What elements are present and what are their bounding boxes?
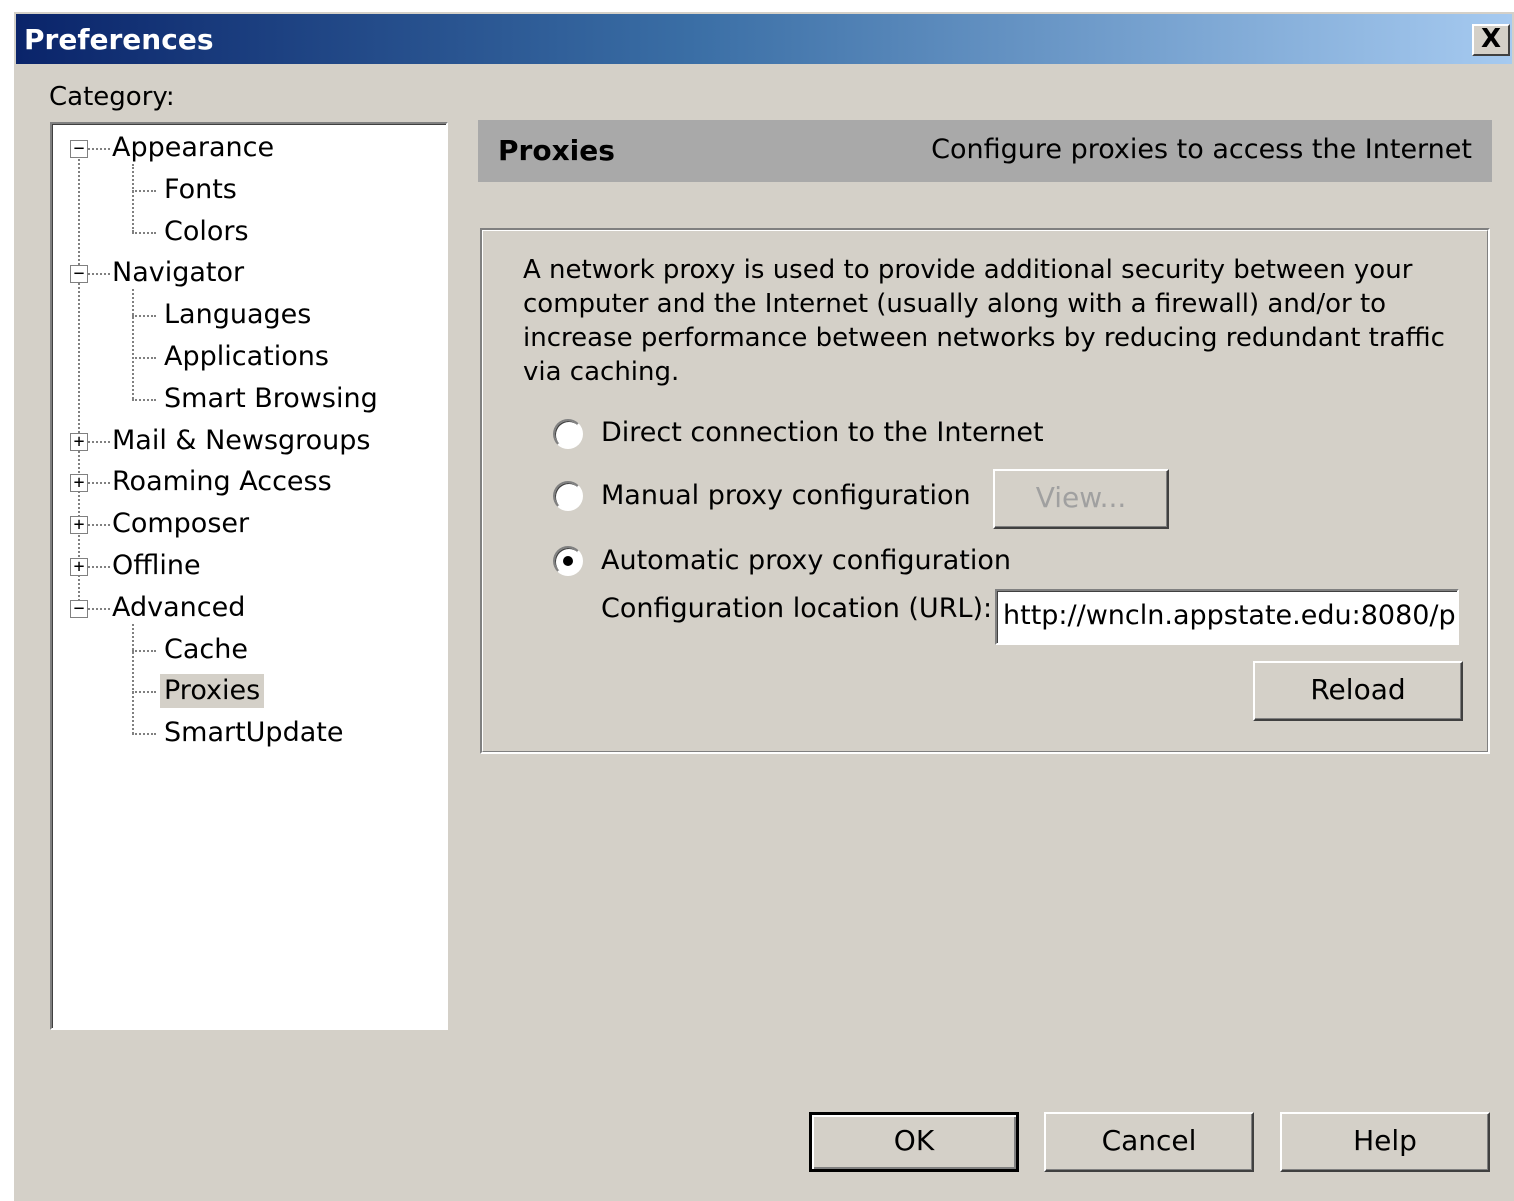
tree-item-applications[interactable]: Applications	[160, 340, 333, 374]
title-bar[interactable]: Preferences X	[16, 14, 1512, 64]
tree-item-appearance[interactable]: Appearance	[108, 131, 278, 165]
panel-header: Proxies Configure proxies to access the …	[478, 120, 1492, 182]
tree-item-languages[interactable]: Languages	[160, 298, 315, 332]
collapse-icon[interactable]: −	[70, 600, 88, 618]
proxy-description: A network proxy is used to provide addit…	[523, 255, 1445, 387]
tree-item-offline[interactable]: Offline	[108, 549, 205, 583]
group-frame: A network proxy is used to provide addit…	[482, 230, 1488, 752]
tree-connector	[132, 164, 134, 232]
tree-connector	[132, 733, 156, 735]
collapse-icon[interactable]: −	[70, 265, 88, 283]
proxy-settings-group: A network proxy is used to provide addit…	[480, 228, 1490, 754]
tree-item-roaming-access[interactable]: Roaming Access	[108, 465, 336, 499]
tree-connector	[132, 399, 156, 401]
tree-connector	[132, 315, 156, 317]
radio-automatic-proxy[interactable]	[553, 546, 583, 576]
tree-item-proxies[interactable]: Proxies	[160, 674, 265, 708]
category-label: Category:	[49, 82, 175, 112]
cancel-button[interactable]: Cancel	[1044, 1112, 1254, 1172]
panel-title: Proxies	[498, 134, 615, 167]
tree-item-fonts[interactable]: Fonts	[160, 173, 241, 207]
tree-connector	[88, 524, 110, 526]
tree-item-smart-browsing[interactable]: Smart Browsing	[160, 382, 382, 416]
direct-connection-label[interactable]: Direct connection to the Internet	[601, 417, 1044, 448]
tree-connector	[88, 566, 110, 568]
help-button[interactable]: Help	[1280, 1112, 1490, 1172]
radio-manual-proxy[interactable]	[553, 481, 583, 511]
radio-selected-dot	[563, 556, 573, 566]
tree-connector	[88, 273, 110, 275]
collapse-icon[interactable]: −	[70, 140, 88, 158]
window-title: Preferences	[24, 23, 214, 56]
config-url-input[interactable]: http://wncln.appstate.edu:8080/p	[995, 589, 1459, 645]
tree-item-advanced[interactable]: Advanced	[108, 591, 249, 625]
manual-proxy-label[interactable]: Manual proxy configuration	[601, 480, 971, 511]
tree-item-navigator[interactable]: Navigator	[108, 256, 248, 290]
tree-item-cache[interactable]: Cache	[160, 633, 252, 667]
tree-connector	[88, 441, 110, 443]
close-button[interactable]: X	[1472, 24, 1510, 56]
tree-connector	[132, 232, 156, 234]
tree-connector	[132, 650, 156, 652]
radio-direct-connection[interactable]	[553, 419, 583, 449]
tree-connector	[132, 190, 156, 192]
tree-item-mail-newsgroups[interactable]: Mail & Newsgroups	[108, 424, 375, 458]
panel-subtitle: Configure proxies to access the Internet	[931, 134, 1472, 165]
ok-button[interactable]: OK	[809, 1112, 1019, 1172]
automatic-proxy-label[interactable]: Automatic proxy configuration	[601, 545, 1011, 576]
tree-connector	[132, 289, 134, 399]
tree-connector	[88, 482, 110, 484]
url-label: Configuration location (URL):	[601, 593, 993, 624]
tree-connector	[78, 156, 80, 604]
view-button[interactable]: View...	[993, 469, 1169, 529]
expand-icon[interactable]: +	[70, 474, 88, 492]
tree-item-colors[interactable]: Colors	[160, 215, 253, 249]
expand-icon[interactable]: +	[70, 558, 88, 576]
expand-icon[interactable]: +	[70, 516, 88, 534]
tree-connector	[132, 624, 134, 734]
reload-button[interactable]: Reload	[1253, 661, 1463, 721]
preferences-dialog: Preferences X Category: − − + + + + − Ap…	[14, 12, 1514, 1201]
tree-connector	[132, 691, 156, 693]
tree-connector	[88, 148, 110, 150]
tree-connector	[88, 608, 110, 610]
tree-connector	[132, 357, 156, 359]
tree-item-smartupdate[interactable]: SmartUpdate	[160, 716, 347, 750]
tree-item-composer[interactable]: Composer	[108, 507, 253, 541]
expand-icon[interactable]: +	[70, 433, 88, 451]
category-tree[interactable]: − − + + + + − Appearance Fonts Colors Na…	[50, 122, 448, 1030]
